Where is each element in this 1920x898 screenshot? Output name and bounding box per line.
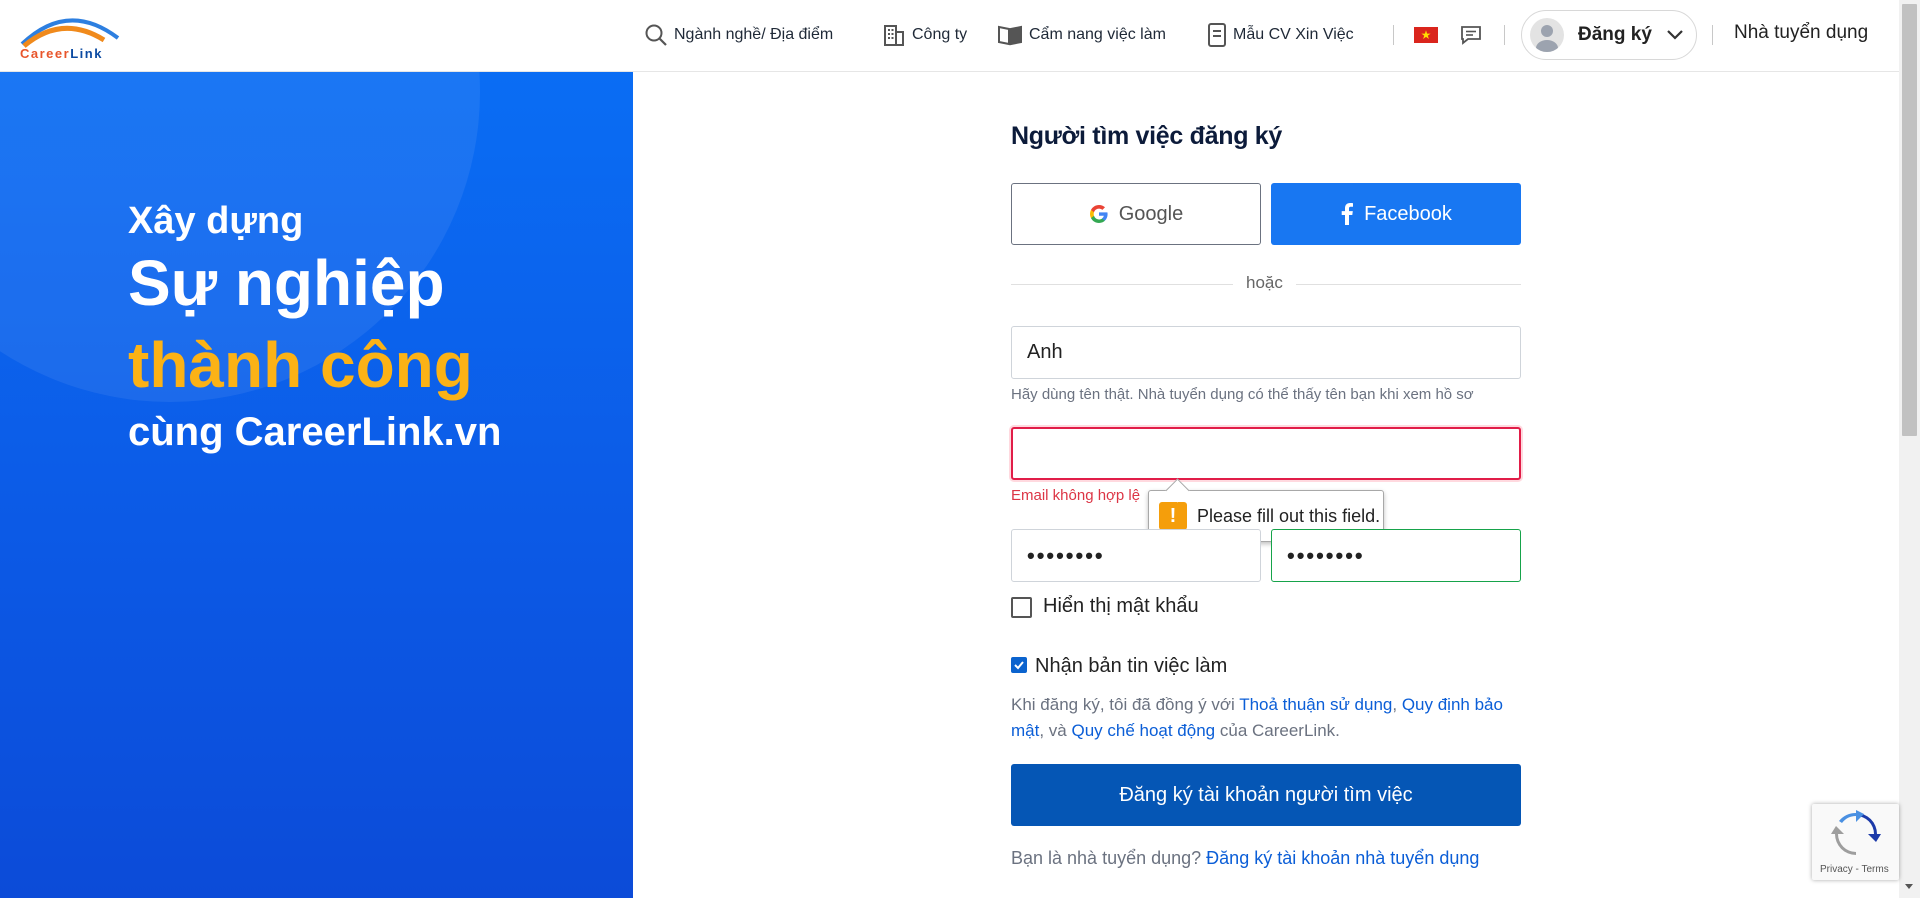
divider-line xyxy=(1296,284,1521,285)
newsletter-label: Nhận bản tin việc làm xyxy=(1035,655,1228,677)
google-signup-button[interactable]: Google xyxy=(1011,183,1261,245)
message-icon[interactable] xyxy=(1460,24,1482,51)
tooltip-arrow xyxy=(1165,478,1190,503)
confirm-password-input[interactable]: •••••••• xyxy=(1271,529,1521,582)
document-icon xyxy=(1208,23,1226,47)
logo-arc-icon xyxy=(20,18,120,48)
terms-separator: , và xyxy=(1039,721,1072,740)
employer-signup-link[interactable]: Đăng ký tài khoản nhà tuyển dụng xyxy=(1206,848,1479,868)
nav-divider xyxy=(1393,25,1394,45)
nav-handbook-label: Cẩm nang việc làm xyxy=(1029,26,1166,43)
book-icon xyxy=(998,25,1022,46)
scroll-down-arrow-icon[interactable] xyxy=(1905,884,1913,889)
recaptcha-icon xyxy=(1831,810,1881,855)
newsletter-checkbox[interactable] xyxy=(1011,657,1027,673)
facebook-signup-button[interactable]: Facebook xyxy=(1271,183,1521,245)
top-header: CareerLink Ngành nghề/ Địa điểm Công ty … xyxy=(0,0,1899,72)
nav-cv-template[interactable]: Mẫu CV Xin Việc xyxy=(1207,22,1354,48)
hero-line-4: cùng CareerLink.vn xyxy=(128,410,502,454)
name-input[interactable] xyxy=(1011,326,1521,379)
checkmark-icon xyxy=(1014,661,1024,670)
name-hint: Hãy dùng tên thật. Nhà tuyển dụng có thể… xyxy=(1011,386,1474,403)
scrollbar-thumb[interactable] xyxy=(1902,4,1917,436)
submit-signup-button[interactable]: Đăng ký tài khoản người tìm việc xyxy=(1011,764,1521,826)
building-icon xyxy=(884,25,904,46)
logo-text: CareerLink xyxy=(20,46,103,61)
divider-line xyxy=(1011,284,1233,285)
terms-text: Khi đăng ký, tôi đã đồng ý với Thoả thuậ… xyxy=(1011,692,1531,744)
signup-dropdown[interactable]: Đăng ký xyxy=(1521,10,1697,60)
terms-prefix: Khi đăng ký, tôi đã đồng ý với xyxy=(1011,695,1240,714)
hero-line-1: Xây dựng xyxy=(128,200,304,242)
nav-handbook[interactable]: Cẩm nang việc làm xyxy=(997,22,1166,48)
careerlink-logo[interactable]: CareerLink xyxy=(18,12,126,64)
tooltip-text: Please fill out this field. xyxy=(1197,505,1381,526)
password-input[interactable]: •••••••• xyxy=(1011,529,1261,582)
nav-industry-location-label: Ngành nghề/ Địa điểm xyxy=(674,26,834,43)
nav-divider xyxy=(1712,25,1713,45)
nav-industry-location[interactable]: Ngành nghề/ Địa điểm xyxy=(644,22,833,48)
employer-prompt: Bạn là nhà tuyển dụng? Đăng ký tài khoản… xyxy=(1011,848,1479,869)
nav-company-label: Công ty xyxy=(912,26,968,43)
email-input[interactable] xyxy=(1011,427,1521,480)
user-avatar-icon xyxy=(1536,25,1558,52)
nav-company[interactable]: Công ty xyxy=(882,22,967,48)
facebook-label: Facebook xyxy=(1364,202,1452,225)
or-divider-text: hoặc xyxy=(1246,273,1283,292)
form-title: Người tìm việc đăng ký xyxy=(1011,122,1283,150)
password-value: •••••••• xyxy=(1027,542,1105,568)
hero-line-3: thành công xyxy=(128,329,473,401)
chat-bubble-icon xyxy=(1461,26,1481,45)
email-error-text: Email không hợp lệ xyxy=(1011,487,1141,504)
hero-line-2: Sự nghiệp xyxy=(128,247,445,319)
chevron-down-icon xyxy=(1667,30,1683,40)
hero-panel: Xây dựng Sự nghiệp thành công cùng Caree… xyxy=(0,72,633,898)
terms-suffix: của CareerLink. xyxy=(1215,721,1340,740)
show-password-label: Hiển thị mật khẩu xyxy=(1043,595,1199,617)
page-scrollbar[interactable] xyxy=(1899,0,1920,898)
employer-prompt-text: Bạn là nhà tuyển dụng? xyxy=(1011,848,1207,868)
signup-label: Đăng ký xyxy=(1578,24,1652,45)
nav-cv-template-label: Mẫu CV Xin Việc xyxy=(1233,26,1354,43)
flag-star-icon xyxy=(1421,30,1431,39)
terms-separator: , xyxy=(1392,695,1402,714)
employer-link[interactable]: Nhà tuyển dụng xyxy=(1734,22,1868,44)
recaptcha-badge[interactable]: Privacy - Terms xyxy=(1812,804,1899,880)
operating-rules-link[interactable]: Quy chế hoạt động xyxy=(1071,721,1215,740)
show-password-checkbox[interactable] xyxy=(1011,597,1032,618)
google-icon xyxy=(1089,205,1108,223)
google-label: Google xyxy=(1118,202,1184,225)
warning-icon: ! xyxy=(1159,502,1187,530)
confirm-password-value: •••••••• xyxy=(1287,542,1365,568)
recaptcha-terms-text: Privacy - Terms xyxy=(1820,864,1889,875)
nav-divider xyxy=(1504,25,1505,45)
vietnam-flag-icon[interactable] xyxy=(1414,27,1438,43)
terms-of-use-link[interactable]: Thoả thuận sử dụng xyxy=(1239,695,1392,714)
avatar xyxy=(1530,18,1564,52)
search-icon xyxy=(645,24,667,46)
facebook-icon xyxy=(1341,203,1354,225)
